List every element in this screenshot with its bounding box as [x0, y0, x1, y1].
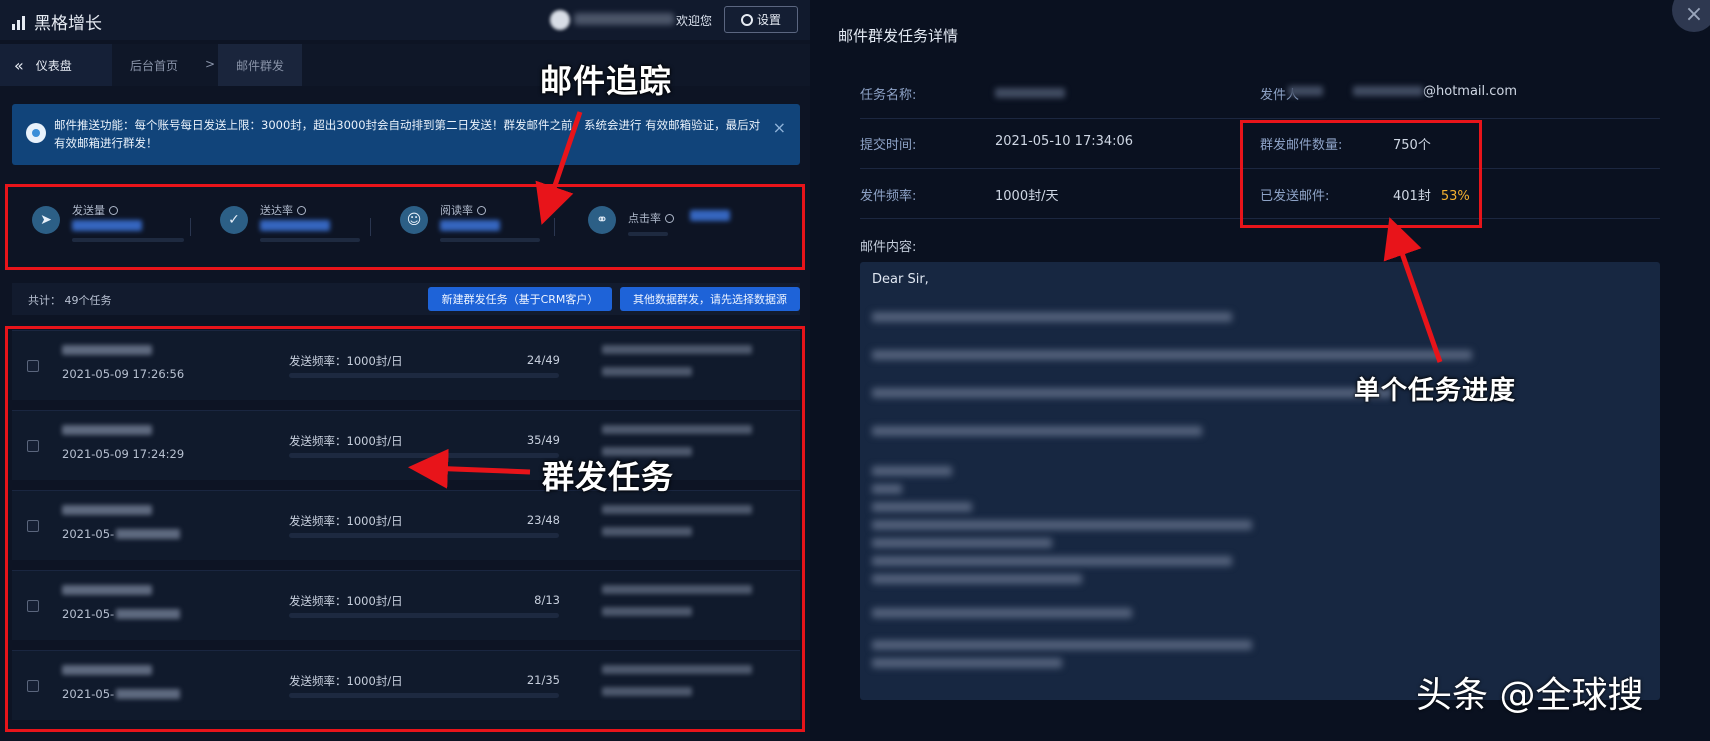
welcome-text: 欢迎您 — [676, 14, 713, 28]
collapse-icon[interactable]: « — [14, 56, 24, 75]
settings-label: 设置 — [756, 13, 781, 27]
blurred-text-line — [872, 574, 1082, 584]
submit-time-value: 2021-05-10 17:34:06 — [995, 134, 1134, 149]
blurred-text-line — [872, 502, 972, 512]
tab-backend-home[interactable]: 后台首页 — [130, 44, 178, 86]
watermark: 头条 @全球搜 — [1416, 675, 1644, 716]
tab-separator: > — [205, 57, 216, 71]
tab-dashboard[interactable]: « 仪表盘 — [0, 44, 112, 86]
task-total-value: 49个任务 — [64, 294, 112, 307]
dashboard-panel: 黑格增长 欢迎您 设置 « 仪表盘 后台首页 > 邮件群发 邮件推送功能：每个账… — [0, 0, 810, 741]
blurred-text-line — [872, 388, 1392, 398]
logo-text: 黑格增长 — [34, 14, 102, 34]
annotation-broadcast-tasks: 群发任务 — [542, 458, 675, 496]
divider — [860, 118, 1660, 119]
sender-email-suffix: @hotmail.com — [1423, 84, 1518, 99]
blurred-text-line — [872, 312, 1232, 322]
task-total: 共计： 49个任务 — [28, 292, 112, 308]
top-bar: 黑格增长 欢迎您 设置 — [0, 0, 810, 40]
blurred-text-line — [872, 466, 952, 476]
tab-dashboard-label: 仪表盘 — [35, 58, 72, 73]
blurred-text-line — [872, 658, 1062, 668]
blurred-text-line — [872, 426, 1202, 436]
task-name-label: 任务名称: — [860, 88, 917, 103]
close-icon[interactable]: × — [773, 118, 786, 137]
user-name-blurred — [574, 13, 674, 25]
annotation-single-progress: 单个任务进度 — [1354, 376, 1517, 406]
blurred-text-line — [872, 556, 1232, 566]
annotation-box-stats — [5, 184, 805, 270]
blurred-text-line — [872, 520, 1252, 530]
task-detail-panel: 邮件群发任务详情 × 任务名称: 发件人 @hotmail.com 提交时间: … — [810, 0, 1710, 741]
logo-icon — [12, 14, 28, 30]
notice-text: 邮件推送功能：每个账号每日发送上限：3000封，超出3000封会自动排到第二日发… — [54, 118, 761, 150]
task-name-value-blurred — [995, 86, 1065, 101]
avatar[interactable] — [550, 10, 570, 30]
tab-bar: « 仪表盘 后台首页 > 邮件群发 — [0, 44, 810, 86]
new-broadcast-task-button[interactable]: 新建群发任务（基于CRM客户） — [428, 287, 612, 311]
close-icon[interactable]: × — [1672, 0, 1710, 32]
task-total-label: 共计： — [28, 294, 61, 307]
tab-mail-broadcast[interactable]: 邮件群发 — [218, 44, 302, 86]
detail-title: 邮件群发任务详情 — [838, 27, 959, 45]
logo[interactable]: 黑格增长 — [12, 9, 102, 34]
notice-banner: 邮件推送功能：每个账号每日发送上限：3000封，超出3000封会自动排到第二日发… — [12, 104, 800, 165]
blurred-text-line — [872, 640, 1252, 650]
other-data-broadcast-button[interactable]: 其他数据群发，请先选择数据源 — [620, 287, 800, 311]
blurred-text-line — [872, 350, 1472, 360]
send-frequency-value: 1000封/天 — [995, 189, 1059, 204]
blurred-text-line — [872, 484, 902, 494]
annotation-box-progress — [1240, 120, 1482, 228]
info-icon — [26, 123, 46, 143]
blurred-text-line — [872, 608, 1132, 618]
send-frequency-label: 发件频率: — [860, 189, 917, 204]
submit-time-label: 提交时间: — [860, 138, 917, 153]
mail-greeting: Dear Sir, — [872, 272, 929, 287]
blurred-text-line — [872, 538, 1052, 548]
task-list-header: 共计： 49个任务 新建群发任务（基于CRM客户） 其他数据群发，请先选择数据源 — [12, 283, 800, 315]
sender-email: @hotmail.com — [1288, 84, 1517, 99]
mail-content-box: Dear Sir, — [860, 262, 1660, 700]
settings-button[interactable]: 设置 — [724, 6, 798, 33]
mail-content-label: 邮件内容: — [860, 240, 917, 255]
annotation-mail-tracking: 邮件追踪 — [540, 62, 673, 100]
annotation-box-tasks — [5, 326, 805, 732]
gear-icon — [740, 13, 753, 26]
